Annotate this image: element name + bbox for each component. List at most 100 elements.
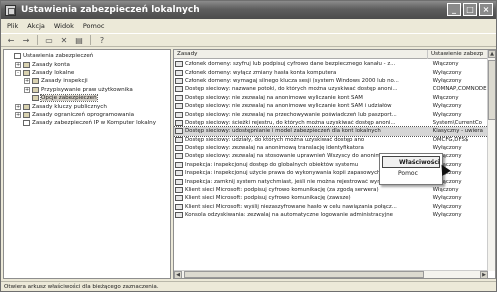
policy-icon bbox=[175, 195, 183, 202]
menu-pomoc[interactable]: Pomoc bbox=[83, 22, 105, 30]
table-row[interactable]: Członek domeny: wyłącz zmiany hasła kont… bbox=[174, 68, 488, 76]
scroll-up-icon[interactable]: ▲ bbox=[488, 50, 495, 58]
help-icon[interactable]: ? bbox=[96, 35, 108, 46]
policy-icon bbox=[175, 61, 183, 68]
policy-icon bbox=[175, 128, 183, 135]
policy-icon bbox=[175, 94, 183, 101]
folder-icon bbox=[23, 69, 30, 76]
context-menu: Właściwości Pomoc bbox=[379, 153, 443, 185]
policy-icon bbox=[175, 111, 183, 118]
policy-name: Dostęp sieciowy: udziały, do których moż… bbox=[185, 136, 365, 143]
policy-icon bbox=[175, 69, 183, 76]
policy-icon bbox=[175, 212, 183, 219]
table-row[interactable]: Dostęp sieciowy: nie zezwalaj na anonimo… bbox=[174, 94, 488, 102]
policy-setting: Wyłączony bbox=[432, 69, 462, 76]
tree-node[interactable]: Ustawienia zabezpieczeń bbox=[4, 52, 170, 60]
tree-node-label: Opcje zabezpieczeń bbox=[40, 94, 98, 103]
forward-arrow-icon[interactable]: → bbox=[20, 35, 32, 46]
column-header-policy[interactable]: Zasady bbox=[174, 50, 428, 59]
expander-icon[interactable]: + bbox=[15, 61, 21, 68]
document-icon bbox=[14, 53, 21, 60]
status-bar: Otwiera arkusz właściwości dla bieżącego… bbox=[1, 281, 496, 291]
tree-node[interactable]: + Zasady inspekcji bbox=[4, 77, 170, 85]
table-row[interactable]: Konsola odzyskiwania: zezwalaj na automa… bbox=[174, 211, 488, 219]
tree-node[interactable]: Zasady zabezpieczeń IP w Komputer lokaln… bbox=[4, 119, 170, 127]
scroll-left-icon[interactable]: ◀ bbox=[174, 271, 182, 278]
policy-setting: Wyłączony bbox=[432, 111, 462, 118]
maximize-button[interactable]: □ bbox=[463, 3, 477, 16]
context-menu-properties[interactable]: Właściwości bbox=[382, 156, 440, 168]
list-header: Zasady Ustawienie zabezp bbox=[174, 50, 488, 59]
table-row[interactable]: Klient sieci Microsoft: wyślij niezaszyf… bbox=[174, 203, 488, 211]
tree-pane[interactable]: Ustawienia zabezpieczeń + Zasady konta - Zas… bbox=[3, 49, 171, 279]
policy-name: Dostęp sieciowy: nie zezwalaj na przecho… bbox=[185, 111, 397, 118]
table-row[interactable]: Dostęp sieciowy: zezwalaj na anonimową t… bbox=[174, 144, 488, 152]
table-row[interactable]: Dostęp sieciowy: nie zezwalaj na przecho… bbox=[174, 110, 488, 118]
minimize-button[interactable]: _ bbox=[447, 3, 461, 16]
tree-node-label: Zasady kluczy publicznych bbox=[32, 103, 107, 110]
close-button[interactable]: × bbox=[479, 3, 493, 16]
tree-node[interactable]: + Zasady kluczy publicznych bbox=[4, 102, 170, 110]
tree-node[interactable]: - Zasady lokalne bbox=[4, 69, 170, 77]
policy-icon bbox=[175, 170, 183, 177]
context-menu-help[interactable]: Pomoc bbox=[380, 168, 442, 180]
policy-icon bbox=[175, 77, 183, 84]
expander-icon[interactable]: - bbox=[15, 69, 21, 76]
menu-akcja[interactable]: Akcja bbox=[27, 22, 45, 30]
policy-icon bbox=[175, 103, 183, 110]
menu-widok[interactable]: Widok bbox=[54, 22, 74, 30]
policy-name: Klient sieci Microsoft: wyślij niezaszyf… bbox=[185, 203, 397, 210]
vertical-scroll-thumb[interactable] bbox=[488, 60, 495, 120]
tree-node-label: Przypisywanie praw użytkownika bbox=[41, 86, 133, 93]
tree-node[interactable]: + Zasady konta bbox=[4, 60, 170, 68]
table-row[interactable]: Członek domeny: wymagaj silnego klucza s… bbox=[174, 77, 488, 85]
policy-setting: Włączony bbox=[432, 187, 459, 194]
tree-node-label: Ustawienia zabezpieczeń bbox=[23, 53, 94, 60]
expander-icon[interactable]: + bbox=[15, 111, 21, 118]
table-row[interactable]: Klient sieci Microsoft: podpisuj cyfrowo… bbox=[174, 194, 488, 202]
toolbar: ← → ▭ ✕ ▤ ? bbox=[1, 33, 496, 47]
table-row[interactable]: Dostęp sieciowy: udziały, do których moż… bbox=[174, 136, 488, 144]
vertical-scrollbar[interactable]: ▲ bbox=[487, 50, 495, 271]
horizontal-scroll-thumb[interactable] bbox=[184, 271, 424, 278]
policy-name: Klient sieci Microsoft: podpisuj cyfrowo… bbox=[185, 195, 351, 202]
policy-setting: System\CurrentCo bbox=[432, 119, 482, 126]
table-row[interactable]: Członek domeny: szyfruj lub podpisuj cyf… bbox=[174, 60, 488, 68]
up-folder-icon[interactable]: ▭ bbox=[43, 35, 55, 46]
status-text: Otwiera arkusz właściwości dla bieżącego… bbox=[4, 283, 159, 290]
menu-plik[interactable]: Plik bbox=[7, 22, 18, 30]
policy-name: Dostęp sieciowy: udostępnianie i model z… bbox=[185, 128, 381, 135]
horizontal-scrollbar[interactable]: ◀ ▶ bbox=[174, 270, 488, 278]
policy-name: Dostęp sieciowy: nie zezwalaj na anonimo… bbox=[185, 94, 363, 101]
properties-icon[interactable]: ▤ bbox=[73, 35, 85, 46]
folder-icon bbox=[23, 111, 30, 118]
scroll-right-icon[interactable]: ▶ bbox=[480, 271, 488, 278]
delete-icon[interactable]: ✕ bbox=[58, 35, 70, 46]
policy-name: Członek domeny: wyłącz zmiany hasła kont… bbox=[185, 69, 337, 76]
expander-icon[interactable]: + bbox=[24, 78, 30, 85]
column-header-setting[interactable]: Ustawienie zabezp bbox=[428, 50, 488, 59]
policy-name: Członek domeny: wymagaj silnego klucza s… bbox=[185, 77, 399, 84]
policy-name: Dostęp sieciowy: nie zezwalaj na anonimo… bbox=[185, 103, 392, 110]
table-row[interactable]: Dostęp sieciowy: nazwane potoki, do któr… bbox=[174, 85, 488, 93]
policy-name: Dostęp sieciowy: ścieżki rejestru, do kt… bbox=[185, 119, 396, 126]
title-bar[interactable]: Ustawienia zabezpieczeń lokalnych _ □ × bbox=[1, 1, 496, 19]
expander-icon[interactable]: + bbox=[24, 86, 30, 93]
table-row[interactable]: Klient sieci Microsoft: podpisuj cyfrowo… bbox=[174, 186, 488, 194]
tree-node[interactable]: + Zasady ograniczeń oprogramowania bbox=[4, 111, 170, 119]
table-row[interactable]: Dostęp sieciowy: udostępnianie i model z… bbox=[174, 126, 489, 137]
app-icon bbox=[5, 4, 16, 16]
tree-node[interactable]: + Przypisywanie praw użytkownika bbox=[4, 86, 170, 94]
expander-icon[interactable]: + bbox=[15, 103, 21, 110]
policy-icon bbox=[175, 203, 183, 210]
back-arrow-icon[interactable]: ← bbox=[5, 35, 17, 46]
policy-icon bbox=[175, 187, 183, 194]
tree-node-label: Zasady inspekcji bbox=[41, 78, 88, 85]
policy-setting: Wyłączony bbox=[432, 103, 462, 110]
table-row[interactable]: Dostęp sieciowy: nie zezwalaj na anonimo… bbox=[174, 102, 488, 110]
policy-list-pane[interactable]: Zasady Ustawienie zabezp Członek domeny:… bbox=[173, 49, 496, 279]
policy-setting: Wyłączony bbox=[432, 203, 462, 210]
menu-bar: Plik Akcja Widok Pomoc bbox=[1, 19, 496, 32]
tree-node[interactable]: Opcje zabezpieczeń bbox=[4, 94, 170, 103]
table-row[interactable]: Dostęp sieciowy: ścieżki rejestru, do kt… bbox=[174, 119, 488, 127]
